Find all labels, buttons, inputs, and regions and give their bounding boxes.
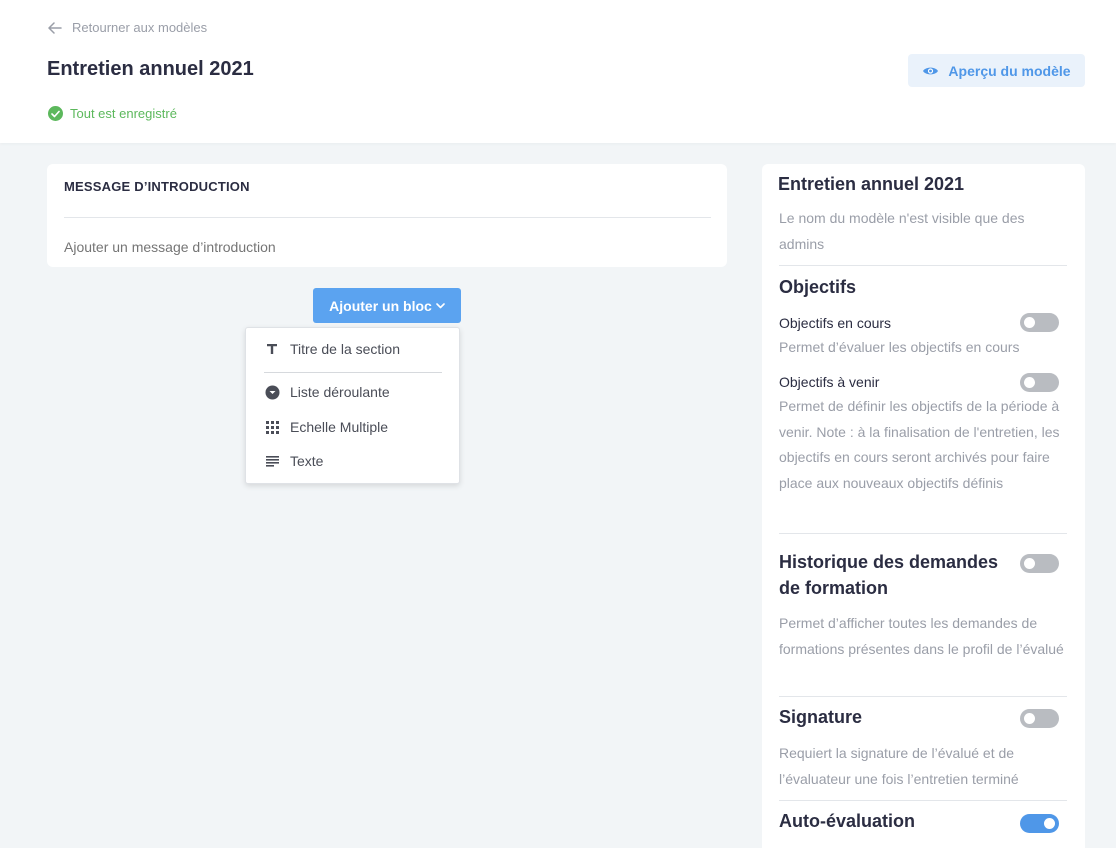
grid-scale-icon <box>264 419 280 435</box>
option-desc-current-objectives: Permet d’évaluer les objectifs en cours <box>779 339 1020 355</box>
divider <box>779 800 1067 801</box>
toggle-self-evaluation[interactable] <box>1020 814 1059 833</box>
add-block-menu: Titre de la section Liste déroulante Ech… <box>245 327 460 484</box>
template-settings-panel: Entretien annuel 2021 Le nom du modèle n… <box>762 164 1085 848</box>
option-label-current-objectives: Objectifs en cours <box>779 315 892 331</box>
divider <box>779 696 1067 697</box>
intro-message-input[interactable] <box>64 239 704 255</box>
option-desc-upcoming-objectives: Permet de définir les objectifs de la pé… <box>779 398 1060 491</box>
page-title: Entretien annuel 2021 <box>47 58 254 80</box>
arrow-left-icon <box>48 21 62 34</box>
template-name[interactable]: Entretien annuel 2021 <box>778 174 964 195</box>
option-desc-training-history: Permet d’afficher toutes les demandes de… <box>779 615 1064 657</box>
toggle-upcoming-objectives[interactable] <box>1020 373 1059 392</box>
option-desc-signature: Requiert la signature de l’évalué et de … <box>779 745 1019 787</box>
add-block-label: Ajouter un bloc <box>329 297 432 314</box>
divider <box>64 217 711 218</box>
save-status: Tout est enregistré <box>48 106 177 121</box>
menu-item-text[interactable]: Texte <box>264 453 323 469</box>
toggle-training-history[interactable] <box>1020 554 1059 573</box>
preview-template-label: Aperçu du modèle <box>948 62 1071 79</box>
text-lines-icon <box>264 453 280 469</box>
section-title-training-history: Historique des demandes de formation <box>779 552 999 598</box>
section-title-objectifs: Objectifs <box>779 277 857 297</box>
divider <box>779 533 1067 534</box>
menu-item-section-title[interactable]: Titre de la section <box>264 341 400 357</box>
intro-message-card: MESSAGE D’INTRODUCTION <box>47 164 727 267</box>
menu-item-multiple-scale[interactable]: Echelle Multiple <box>264 419 388 435</box>
intro-message-title: MESSAGE D’INTRODUCTION <box>64 179 250 194</box>
template-name-hint: Le nom du modèle n'est visible que des a… <box>779 210 1025 252</box>
section-title-self-evaluation: Auto-évaluation <box>779 811 916 831</box>
section-title-signature: Signature <box>779 707 863 727</box>
back-link[interactable]: Retourner aux modèles <box>48 20 207 35</box>
menu-item-label: Echelle Multiple <box>290 419 389 435</box>
toggle-current-objectives[interactable] <box>1020 313 1059 332</box>
check-circle-icon <box>48 106 63 121</box>
eye-icon <box>923 67 939 74</box>
menu-item-label: Titre de la section <box>290 341 400 357</box>
menu-item-label: Liste déroulante <box>290 384 390 400</box>
menu-divider <box>264 372 442 373</box>
top-header: Retourner aux modèles Entretien annuel 2… <box>0 0 1116 143</box>
dropdown-circle-icon <box>264 384 280 400</box>
text-title-icon <box>264 341 280 357</box>
divider <box>779 265 1067 266</box>
menu-item-dropdown-list[interactable]: Liste déroulante <box>264 384 390 400</box>
back-link-label: Retourner aux modèles <box>72 20 208 35</box>
toggle-signature[interactable] <box>1020 709 1059 728</box>
menu-item-label: Texte <box>290 453 324 469</box>
add-block-button[interactable]: Ajouter un bloc <box>313 288 461 323</box>
preview-template-button[interactable]: Aperçu du modèle <box>908 54 1085 87</box>
option-label-upcoming-objectives: Objectifs à venir <box>779 374 880 390</box>
chevron-down-icon <box>436 302 445 308</box>
save-status-label: Tout est enregistré <box>70 106 177 121</box>
